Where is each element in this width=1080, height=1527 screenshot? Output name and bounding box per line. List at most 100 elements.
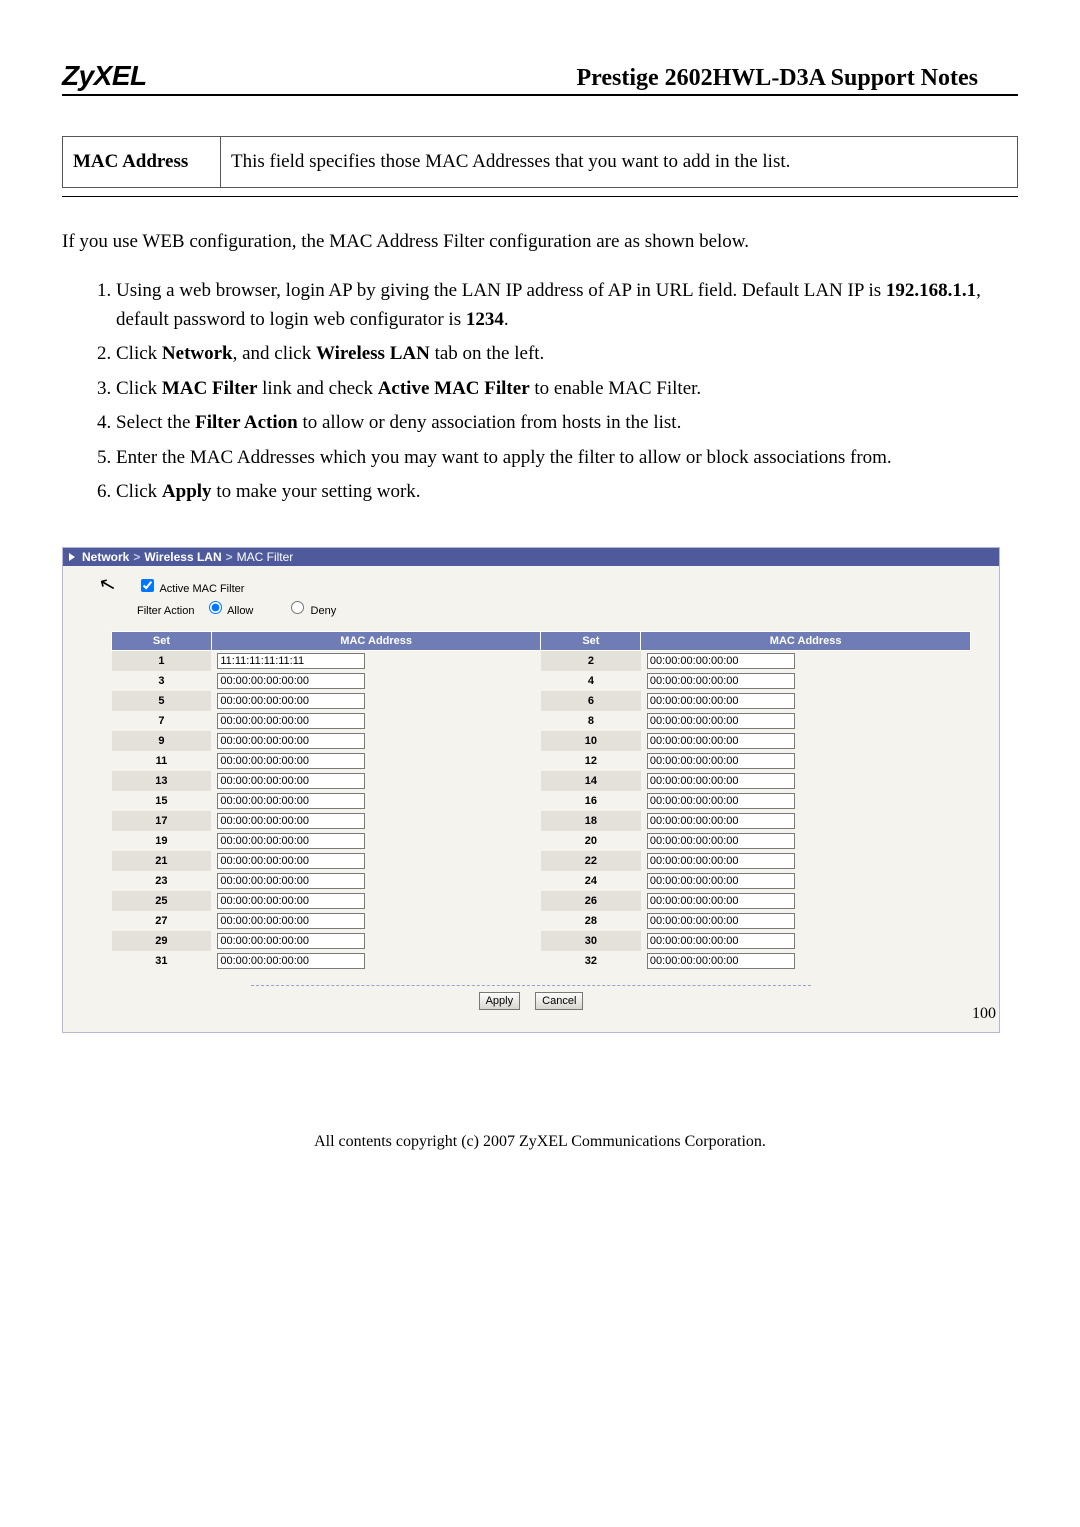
mac-address-input[interactable] bbox=[647, 853, 795, 869]
col-set: Set bbox=[541, 631, 641, 650]
table-row: 2122 bbox=[112, 851, 971, 871]
mac-address-input[interactable] bbox=[647, 713, 795, 729]
table-row: 78 bbox=[112, 711, 971, 731]
mac-address-input[interactable] bbox=[217, 693, 365, 709]
cursor-icon: ↖ bbox=[96, 570, 119, 598]
mac-address-input[interactable] bbox=[217, 893, 365, 909]
active-mac-filter-checkbox[interactable] bbox=[141, 579, 154, 592]
mac-address-input[interactable] bbox=[217, 953, 365, 969]
mac-address-input[interactable] bbox=[217, 753, 365, 769]
mac-address-input[interactable] bbox=[647, 893, 795, 909]
crumb-level1: Network bbox=[82, 550, 129, 564]
table-row: 29 30 bbox=[112, 931, 971, 951]
mac-address-input[interactable] bbox=[217, 833, 365, 849]
mac-address-input[interactable] bbox=[647, 653, 795, 669]
filter-action-allow-label: Allow bbox=[227, 605, 253, 617]
set-index: 12 bbox=[541, 751, 641, 771]
mac-address-input[interactable] bbox=[647, 793, 795, 809]
set-index: 11 bbox=[112, 751, 212, 771]
step-item: Click Apply to make your setting work. bbox=[116, 478, 1018, 507]
mac-address-input[interactable] bbox=[217, 713, 365, 729]
set-index: 19 bbox=[112, 831, 212, 851]
table-row: 2728 bbox=[112, 911, 971, 931]
copyright-footer: All contents copyright (c) 2007 ZyXEL Co… bbox=[62, 1133, 1018, 1151]
table-row: 12 bbox=[112, 650, 971, 671]
mac-address-input[interactable] bbox=[647, 773, 795, 789]
brand-logo: ZyXEL bbox=[62, 60, 147, 92]
mac-address-input[interactable] bbox=[217, 933, 365, 949]
filter-action-allow-radio[interactable] bbox=[209, 601, 222, 614]
step-item: Using a web browser, login AP by giving … bbox=[116, 277, 1018, 334]
col-mac: MAC Address bbox=[641, 631, 971, 650]
table-row: 1920 bbox=[112, 831, 971, 851]
mac-address-input[interactable] bbox=[647, 753, 795, 769]
set-index: 15 bbox=[112, 791, 212, 811]
filter-action-label: Filter Action bbox=[137, 605, 194, 617]
document-title: Prestige 2602HWL-D3A Support Notes bbox=[576, 65, 1018, 92]
mac-address-input[interactable] bbox=[647, 813, 795, 829]
set-index: 8 bbox=[541, 711, 641, 731]
cancel-button[interactable]: Cancel bbox=[535, 992, 583, 1010]
table-row: 1516 bbox=[112, 791, 971, 811]
apply-button[interactable]: Apply bbox=[479, 992, 521, 1010]
col-set: Set bbox=[112, 631, 212, 650]
set-index: 18 bbox=[541, 811, 641, 831]
table-row: 13 14 bbox=[112, 771, 971, 791]
mac-address-input[interactable] bbox=[647, 873, 795, 889]
mac-address-input[interactable] bbox=[647, 953, 795, 969]
step-item: Select the Filter Action to allow or den… bbox=[116, 409, 1018, 438]
mac-address-input[interactable] bbox=[647, 913, 795, 929]
set-index: 25 bbox=[112, 891, 212, 911]
summary-label: MAC Address bbox=[63, 137, 221, 188]
set-index: 13 bbox=[112, 771, 212, 791]
mac-address-input[interactable] bbox=[647, 733, 795, 749]
set-index: 16 bbox=[541, 791, 641, 811]
arrow-right-icon bbox=[69, 553, 75, 561]
mac-address-input[interactable] bbox=[647, 933, 795, 949]
set-index: 4 bbox=[541, 671, 641, 691]
step-item: Click Network, and click Wireless LAN ta… bbox=[116, 340, 1018, 369]
set-index: 26 bbox=[541, 891, 641, 911]
set-index: 22 bbox=[541, 851, 641, 871]
separator-line bbox=[251, 985, 811, 986]
mac-address-input[interactable] bbox=[647, 673, 795, 689]
mac-address-input[interactable] bbox=[217, 733, 365, 749]
summary-desc: This field specifies those MAC Addresses… bbox=[221, 137, 1018, 188]
crumb-sep: > bbox=[226, 550, 233, 564]
set-index: 29 bbox=[112, 931, 212, 951]
set-index: 31 bbox=[112, 951, 212, 971]
filter-action-deny-label: Deny bbox=[311, 605, 337, 617]
set-index: 14 bbox=[541, 771, 641, 791]
mac-address-input[interactable] bbox=[647, 693, 795, 709]
mac-address-table: Set MAC Address Set MAC Address 12345678… bbox=[111, 631, 971, 971]
steps-list: Using a web browser, login AP by giving … bbox=[96, 277, 1018, 507]
mac-address-input[interactable] bbox=[217, 673, 365, 689]
mac-address-input[interactable] bbox=[217, 653, 365, 669]
set-index: 30 bbox=[541, 931, 641, 951]
mac-address-input[interactable] bbox=[217, 873, 365, 889]
set-index: 17 bbox=[112, 811, 212, 831]
table-row: 56 bbox=[112, 691, 971, 711]
table-row: 25 26 bbox=[112, 891, 971, 911]
filter-action-allow-option[interactable]: Allow bbox=[204, 605, 257, 617]
filter-action-deny-radio[interactable] bbox=[291, 601, 304, 614]
filter-action-deny-option[interactable]: Deny bbox=[286, 605, 336, 617]
mac-address-input[interactable] bbox=[217, 793, 365, 809]
crumb-level3: MAC Filter bbox=[237, 550, 294, 564]
set-index: 1 bbox=[112, 650, 212, 671]
crumb-sep: > bbox=[133, 550, 140, 564]
mac-address-input[interactable] bbox=[217, 913, 365, 929]
mac-address-input[interactable] bbox=[217, 813, 365, 829]
mac-address-input[interactable] bbox=[647, 833, 795, 849]
horizontal-rule bbox=[62, 196, 1018, 197]
active-mac-filter-option[interactable]: Active MAC Filter bbox=[137, 583, 244, 595]
set-index: 3 bbox=[112, 671, 212, 691]
page-header: ZyXEL Prestige 2602HWL-D3A Support Notes bbox=[62, 60, 1018, 96]
set-index: 7 bbox=[112, 711, 212, 731]
mac-address-input[interactable] bbox=[217, 853, 365, 869]
field-summary-table: MAC Address This field specifies those M… bbox=[62, 136, 1018, 188]
breadcrumb: Network > Wireless LAN > MAC Filter bbox=[63, 548, 999, 566]
step-item: Enter the MAC Addresses which you may wa… bbox=[116, 444, 1018, 473]
mac-address-input[interactable] bbox=[217, 773, 365, 789]
set-index: 28 bbox=[541, 911, 641, 931]
